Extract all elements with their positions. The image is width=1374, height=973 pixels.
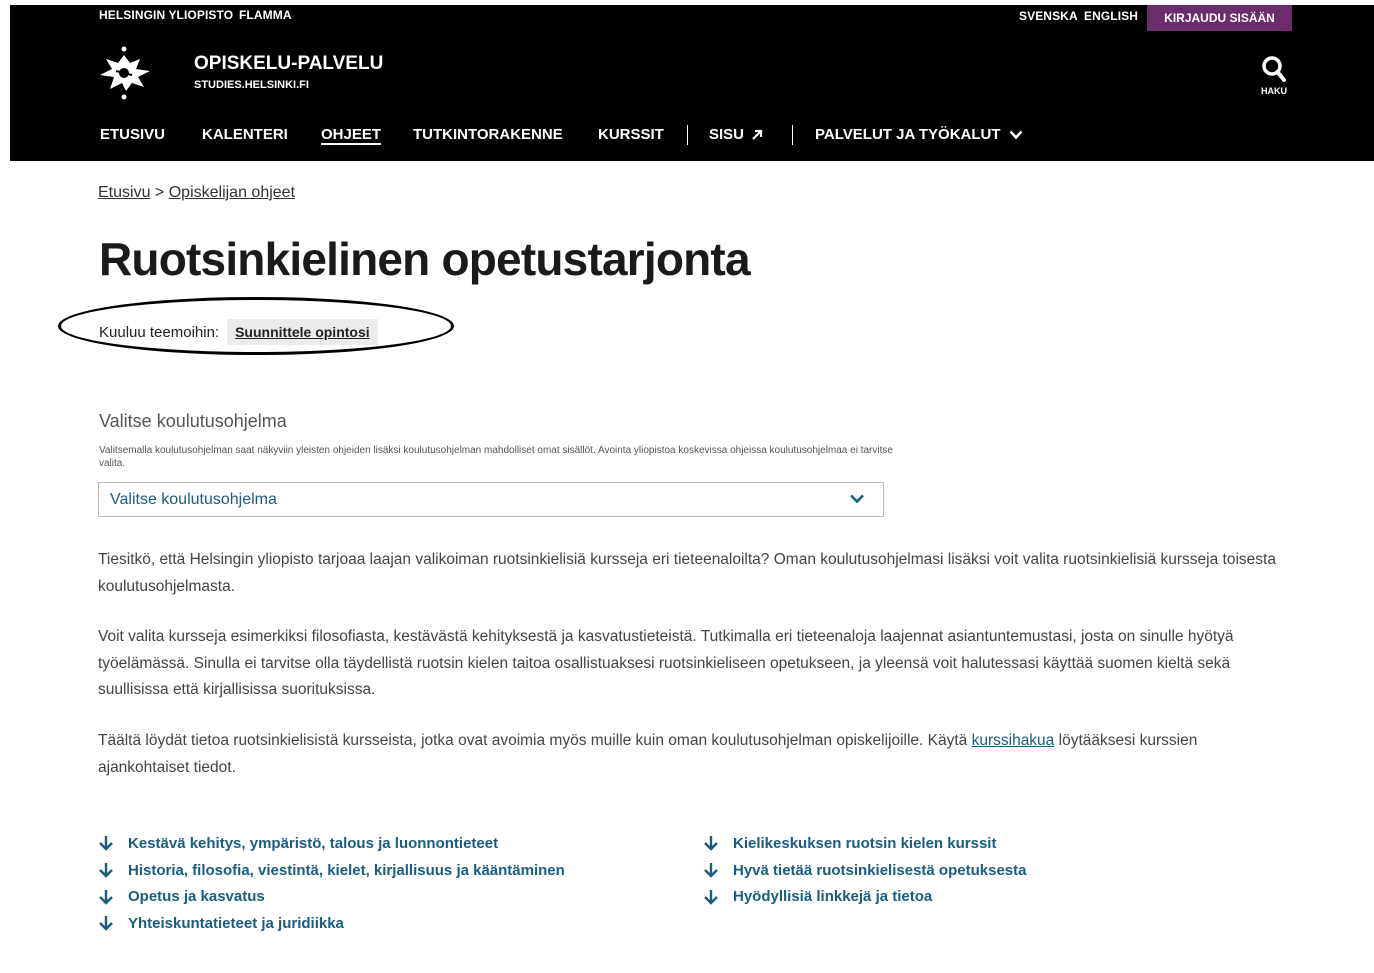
search-label: HAKU [1261, 86, 1287, 96]
themes-row: Kuuluu teemoihin: Suunnittele opintosi [99, 318, 378, 346]
login-button[interactable]: KIRJAUDU SISÄÄN [1147, 5, 1292, 31]
anchor-link-hyodyllisia-linkkeja[interactable]: Hyödyllisiä linkkejä ja tietoa [703, 883, 1026, 910]
program-select-dropdown[interactable]: Valitse koulutusohjelma [98, 482, 884, 517]
nav-item-palvelut-ja-tyokalut[interactable]: PALVELUT JA TYÖKALUT [815, 126, 1023, 143]
topbar-link-helsingin-yliopisto[interactable]: HELSINGIN YLIOPISTO [99, 8, 233, 22]
topbar-link-flamma[interactable]: FLAMMA [239, 8, 292, 22]
site-header: HELSINGIN YLIOPISTO FLAMMA SVENSKA ENGLI… [10, 5, 1374, 161]
nav-item-sisu-label: SISU [709, 126, 745, 143]
arrow-down-icon [704, 836, 718, 852]
anchor-link-historia-filosofia[interactable]: Historia, filosofia, viestintä, kielet, … [98, 857, 565, 884]
university-logo[interactable] [94, 45, 156, 101]
chevron-down-icon [850, 494, 864, 504]
anchor-link-kielikeskus[interactable]: Kielikeskuksen ruotsin kielen kurssit [703, 830, 1026, 857]
anchor-link-label: Opetus ja kasvatus [128, 888, 265, 906]
brand-url: STUDIES.HELSINKI.FI [194, 79, 309, 91]
anchor-link-label: Kestävä kehitys, ympäristö, talous ja lu… [128, 834, 499, 852]
themes-label: Kuuluu teemoihin: [99, 323, 220, 341]
chevron-down-icon [1009, 130, 1022, 139]
nav-item-etusivu[interactable]: ETUSIVU [100, 126, 165, 143]
details-paragraph: Voit valita kursseja esimerkiksi filosof… [98, 628, 1234, 698]
arrow-down-icon [99, 836, 113, 852]
nav-item-ohjeet[interactable]: OHJEET [321, 126, 381, 143]
theme-tag-link[interactable]: Suunnittele opintosi [227, 319, 378, 345]
anchor-link-kestava-kehitys[interactable]: Kestävä kehitys, ympäristö, talous ja lu… [98, 830, 565, 857]
language-english[interactable]: ENGLISH [1084, 9, 1138, 23]
nav-item-tutkintorakenne[interactable]: TUTKINTORAKENNE [413, 126, 563, 143]
anchor-link-yhteiskuntatieteet[interactable]: Yhteiskuntatieteet ja juridiikka [98, 910, 565, 937]
anchor-link-opetus-ja-kasvatus[interactable]: Opetus ja kasvatus [98, 883, 565, 910]
breadcrumb-etusivu[interactable]: Etusivu [98, 184, 150, 201]
search-button[interactable]: HAKU [1252, 55, 1296, 96]
anchor-links-right: Kielikeskuksen ruotsin kielen kurssit Hy… [703, 830, 1026, 910]
arrow-down-icon [704, 889, 718, 905]
nav-item-palvelut-label: PALVELUT JA TYÖKALUT [815, 126, 1001, 143]
arrow-down-icon [99, 916, 113, 932]
nav-item-kalenteri[interactable]: KALENTERI [202, 126, 288, 143]
arrow-down-icon [99, 889, 113, 905]
program-select-value: Valitse koulutusohjelma [110, 491, 277, 508]
nav-divider [687, 125, 688, 145]
anchor-link-label: Hyödyllisiä linkkejä ja tietoa [733, 888, 933, 906]
nav-item-kurssit[interactable]: KURSSIT [598, 126, 664, 143]
anchor-link-label: Kielikeskuksen ruotsin kielen kurssit [733, 834, 997, 852]
course-search-paragraph: Täältä löydät tietoa ruotsinkielisistä k… [98, 728, 1278, 781]
program-select-help: Valitsemalla koulutusohjelman saat näkyv… [99, 445, 893, 469]
page-title: Ruotsinkielinen opetustarjonta [99, 233, 751, 285]
arrow-down-icon [704, 863, 718, 878]
brand-name[interactable]: OPISKELU-PALVELU [194, 53, 383, 75]
nav-item-sisu[interactable]: SISU [709, 126, 764, 143]
course-search-text-before: Täältä löydät tietoa ruotsinkielisistä k… [98, 732, 968, 749]
program-select-heading: Valitse koulutusohjelma [99, 411, 287, 431]
language-svenska[interactable]: SVENSKA [1019, 9, 1078, 23]
anchor-link-label: Historia, filosofia, viestintä, kielet, … [128, 861, 565, 879]
breadcrumb-separator: > [154, 184, 165, 201]
anchor-link-label: Yhteiskuntatieteet ja juridiikka [128, 914, 344, 932]
arrow-down-icon [99, 863, 113, 878]
course-search-link[interactable]: kurssihakua [972, 732, 1055, 749]
breadcrumb: Etusivu > Opiskelijan ohjeet [98, 184, 295, 202]
nav-divider [792, 125, 793, 145]
search-icon [1262, 56, 1286, 82]
breadcrumb-opiskelijan-ohjeet[interactable]: Opiskelijan ohjeet [169, 184, 295, 201]
intro-paragraph: Tiesitkö, että Helsingin yliopisto tarjo… [98, 551, 1276, 595]
anchor-link-label: Hyvä tietää ruotsinkielisestä opetuksest… [733, 861, 1027, 879]
anchor-link-hyva-tietaa[interactable]: Hyvä tietää ruotsinkielisestä opetuksest… [703, 857, 1026, 884]
external-link-icon [752, 129, 763, 140]
anchor-links-left: Kestävä kehitys, ympäristö, talous ja lu… [98, 830, 565, 937]
